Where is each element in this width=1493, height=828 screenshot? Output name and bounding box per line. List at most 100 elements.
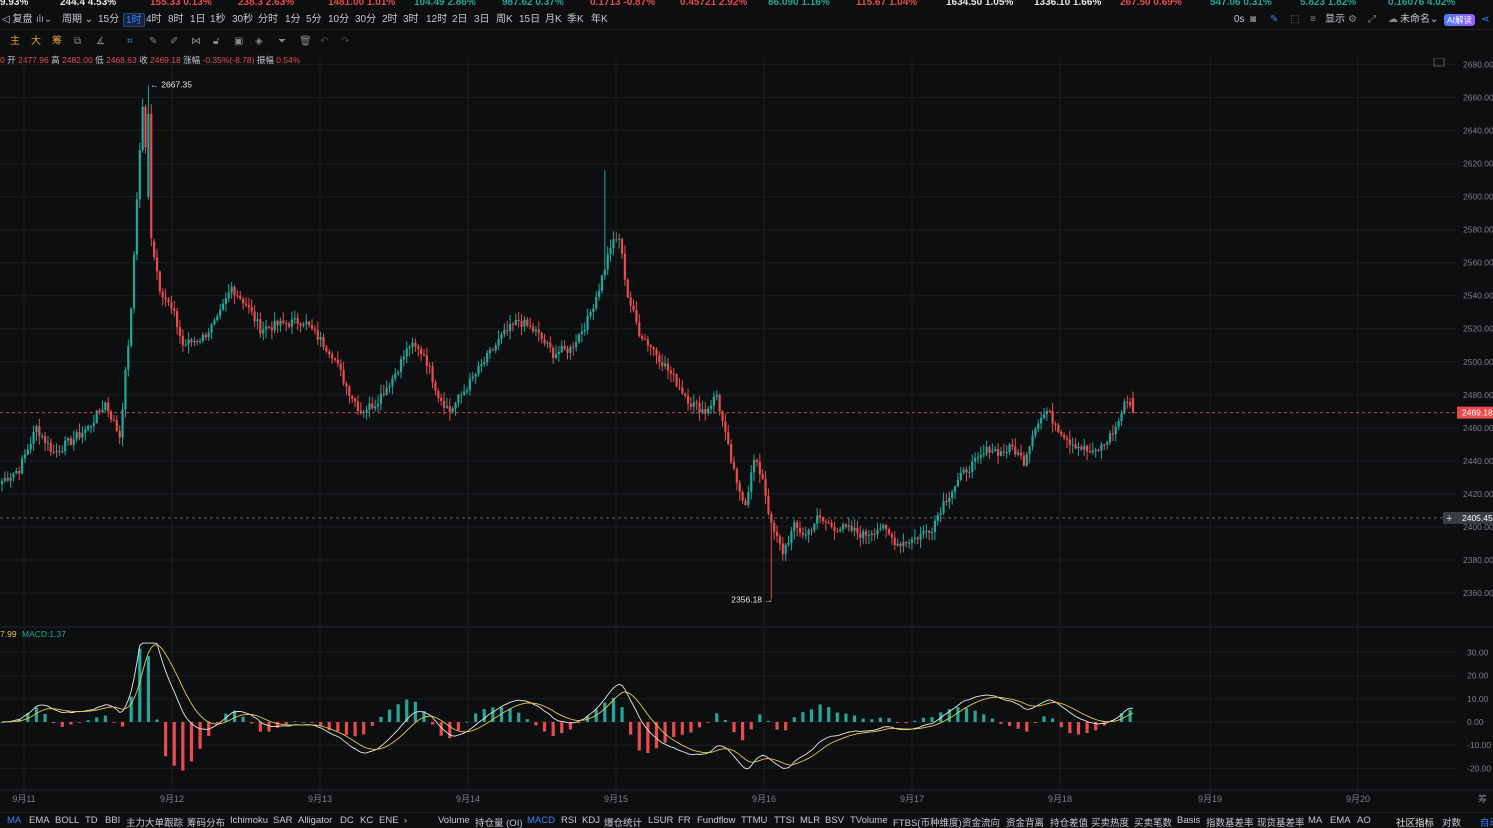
- layout-dropdown[interactable]: 未命名⌄: [1400, 13, 1438, 27]
- main-indicator[interactable]: MA: [7, 815, 21, 826]
- crop-icon[interactable]: ⌗: [127, 35, 133, 49]
- sub-indicator[interactable]: EMA: [1330, 815, 1351, 826]
- sub-indicator[interactable]: 持仓差值: [1050, 815, 1088, 828]
- sub-indicator[interactable]: 现货基差率: [1257, 815, 1305, 828]
- interval-tab[interactable]: 1时: [123, 13, 145, 27]
- ticker-item[interactable]: 547.06 0.31%: [1210, 0, 1272, 8]
- main-indicator[interactable]: BOLL: [55, 815, 79, 826]
- pattern-icon[interactable]: ⋈: [191, 35, 201, 49]
- sub-indicator[interactable]: Volume: [438, 815, 470, 826]
- main-indicator[interactable]: Ichimoku: [230, 815, 268, 826]
- main-indicator[interactable]: TD: [85, 815, 98, 826]
- sub-indicator[interactable]: 持仓量 (OI): [475, 815, 523, 828]
- chevron-right-icon[interactable]: ›: [404, 815, 407, 826]
- sub-indicator[interactable]: FR: [678, 815, 691, 826]
- sub-indicator[interactable]: BSV: [825, 815, 844, 826]
- interval-tab[interactable]: 1秒: [210, 13, 226, 27]
- ticker-item[interactable]: 1481.00 1.01%: [328, 0, 395, 8]
- main-indicator[interactable]: ENE: [379, 815, 399, 826]
- ticker-item[interactable]: 267.50 0.69%: [1120, 0, 1182, 8]
- ticker-item[interactable]: 115.67 1.04%: [856, 0, 917, 8]
- ticker-item[interactable]: 86.090 1.16%: [768, 0, 830, 8]
- pencil-icon[interactable]: ✎: [1270, 13, 1278, 27]
- interval-tab[interactable]: 15分: [98, 13, 119, 27]
- display-button[interactable]: 显示: [1325, 13, 1345, 27]
- main-indicator[interactable]: EMA: [29, 815, 50, 826]
- ticker-item[interactable]: 0.16076 4.02%: [1388, 0, 1455, 8]
- sub-indicator[interactable]: 资金背离: [1006, 815, 1044, 828]
- ruler-icon[interactable]: ∡: [96, 35, 105, 49]
- interval-tab[interactable]: 4时: [146, 13, 162, 27]
- interval-tab[interactable]: 12时: [426, 13, 447, 27]
- log-toggle[interactable]: 对数: [1442, 815, 1461, 828]
- filter-icon[interactable]: ⏷: [278, 35, 286, 49]
- expand-icon[interactable]: ⤢: [1368, 13, 1376, 27]
- ticker-item[interactable]: 5.823 1.82%: [1300, 0, 1356, 8]
- redo-icon[interactable]: ↷: [341, 35, 349, 49]
- main-indicator[interactable]: KC: [360, 815, 373, 826]
- ticker-item[interactable]: 0.45721 2.92%: [680, 0, 747, 8]
- ticker-item[interactable]: 9.93%: [0, 0, 28, 8]
- sub-indicator[interactable]: Fundflow: [697, 815, 736, 826]
- ticker-item[interactable]: 155.33 0.13%: [150, 0, 212, 8]
- interval-tab[interactable]: 15日: [519, 13, 540, 27]
- main-indicator[interactable]: 筹码分布: [187, 815, 225, 828]
- interval-tab[interactable]: 2时: [382, 13, 398, 27]
- sub-indicator[interactable]: Basis: [1177, 815, 1200, 826]
- sub-indicator[interactable]: AO: [1357, 815, 1371, 826]
- interval-tab[interactable]: 2日: [452, 13, 468, 27]
- draw-pencil-icon[interactable]: ✎: [149, 35, 157, 49]
- interval-tab[interactable]: 8时: [168, 13, 184, 27]
- sub-indicator[interactable]: MLR: [800, 815, 820, 826]
- ticker-item[interactable]: 987.62 0.37%: [502, 0, 564, 8]
- tool-main[interactable]: 主: [10, 35, 20, 49]
- interval-tab[interactable]: 月K: [545, 13, 562, 27]
- menu-icon[interactable]: ≡: [1310, 13, 1316, 27]
- copy-icon[interactable]: ⧉: [74, 35, 81, 49]
- sub-indicator[interactable]: RSI: [561, 815, 577, 826]
- interval-tab[interactable]: 季K: [567, 13, 584, 27]
- sub-indicator[interactable]: 指数基差率: [1206, 815, 1254, 828]
- tool-big[interactable]: 大: [31, 35, 41, 49]
- settings-icon[interactable]: ⚙: [1348, 13, 1357, 27]
- ticker-item[interactable]: 1634.50 1.05%: [946, 0, 1013, 8]
- sub-indicator[interactable]: 买卖笔数: [1134, 815, 1172, 828]
- brush-icon[interactable]: ✐: [170, 35, 178, 49]
- interval-tab[interactable]: 周K: [496, 13, 513, 27]
- sub-indicator[interactable]: 爆仓统计: [604, 815, 642, 828]
- sub-indicator[interactable]: TVolume: [850, 815, 888, 826]
- ticker-item[interactable]: 104.49 2.86%: [414, 0, 476, 8]
- trash-icon[interactable]: 🗑︎: [299, 35, 312, 49]
- main-indicator[interactable]: DC: [340, 815, 354, 826]
- sub-indicator[interactable]: TTMU: [741, 815, 767, 826]
- sub-indicator[interactable]: 买卖热度: [1091, 815, 1129, 828]
- sub-indicator[interactable]: KDJ: [582, 815, 600, 826]
- interval-tab[interactable]: 3时: [403, 13, 419, 27]
- tool-chips[interactable]: 筹: [52, 35, 62, 49]
- interval-tab[interactable]: 3日: [474, 13, 490, 27]
- main-indicator[interactable]: Alligator: [298, 815, 332, 826]
- community-indicators[interactable]: 社区指标: [1396, 815, 1434, 828]
- ticker-item[interactable]: 244.4 4.53%: [60, 0, 116, 8]
- camera-icon[interactable]: ◙: [1250, 13, 1256, 27]
- chart-type-icon[interactable]: ılı⌄: [36, 13, 52, 27]
- share-icon[interactable]: ⋖: [1481, 13, 1489, 27]
- sub-indicator[interactable]: TTSI: [774, 815, 795, 826]
- interval-tab[interactable]: 1日: [190, 13, 206, 27]
- interval-tab[interactable]: 30分: [355, 13, 376, 27]
- lock-icon[interactable]: 🔓︎: [213, 35, 219, 49]
- ticker-item[interactable]: 238.3 2.63%: [238, 0, 294, 8]
- ticker-item[interactable]: 1336.10 1.66%: [1034, 0, 1101, 8]
- eraser-icon[interactable]: ◈: [255, 35, 263, 49]
- auto-toggle[interactable]: 自动: [1480, 815, 1493, 828]
- main-indicator[interactable]: SAR: [273, 815, 293, 826]
- interval-tab[interactable]: 10分: [328, 13, 349, 27]
- period-dropdown[interactable]: 周期 ⌄: [62, 13, 93, 27]
- sub-indicator[interactable]: MACD: [527, 815, 555, 826]
- undo-icon[interactable]: ↶: [320, 35, 328, 49]
- sub-indicator[interactable]: MA: [1308, 815, 1322, 826]
- replay-button[interactable]: ◁ 复盘: [2, 13, 32, 27]
- sub-indicator[interactable]: FTBS(币种维度): [893, 815, 962, 828]
- note-icon[interactable]: ▣: [234, 35, 243, 49]
- interval-tab[interactable]: 30秒: [232, 13, 253, 27]
